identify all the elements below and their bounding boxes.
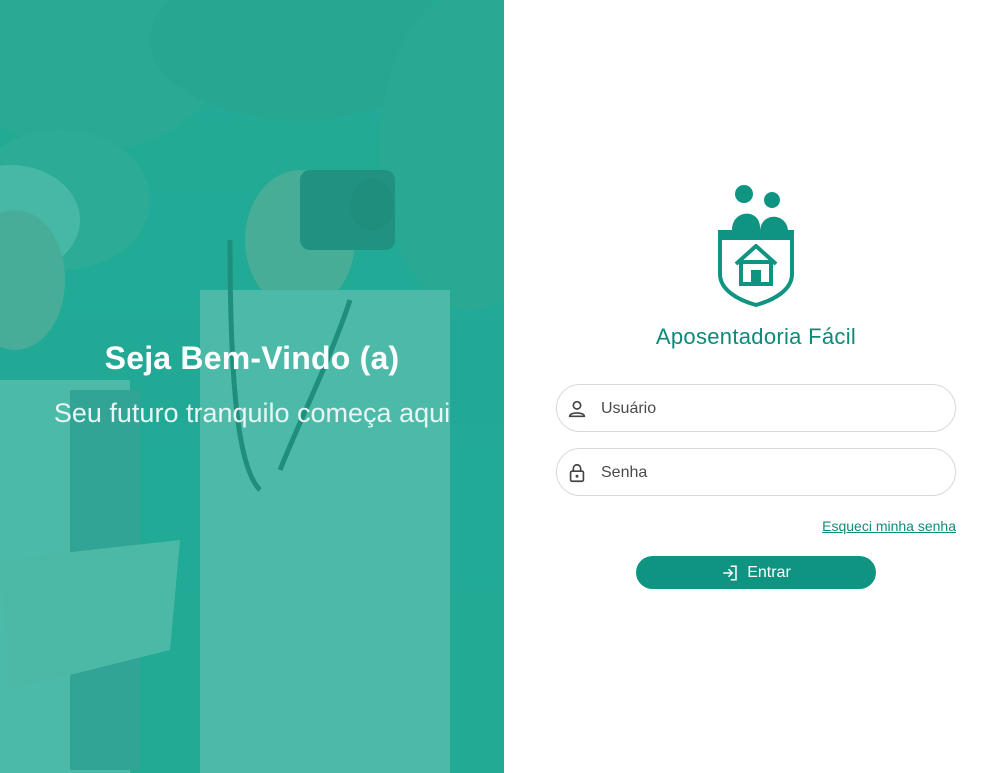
hero-color-overlay xyxy=(0,0,504,773)
username-input[interactable] xyxy=(599,393,943,425)
login-button-label: Entrar xyxy=(747,563,791,581)
forgot-password-link[interactable]: Esqueci minha senha xyxy=(822,518,956,534)
lock-icon xyxy=(569,463,585,483)
login-button[interactable]: Entrar xyxy=(636,556,876,589)
brand-name: Aposentadoria Fácil xyxy=(655,324,857,349)
password-field[interactable] xyxy=(556,448,956,496)
welcome-subtitle: Seu futuro tranquilo começa aqui xyxy=(53,398,451,428)
password-input[interactable] xyxy=(599,457,943,489)
login-icon xyxy=(723,565,737,580)
username-field[interactable] xyxy=(556,384,956,432)
shield-house-couple-icon xyxy=(718,185,794,308)
welcome-title: Seja Bem-Vindo (a) xyxy=(104,340,400,376)
hero-section: Seja Bem-Vindo (a) Seu futuro tranquilo … xyxy=(0,0,504,773)
user-icon xyxy=(568,400,586,418)
